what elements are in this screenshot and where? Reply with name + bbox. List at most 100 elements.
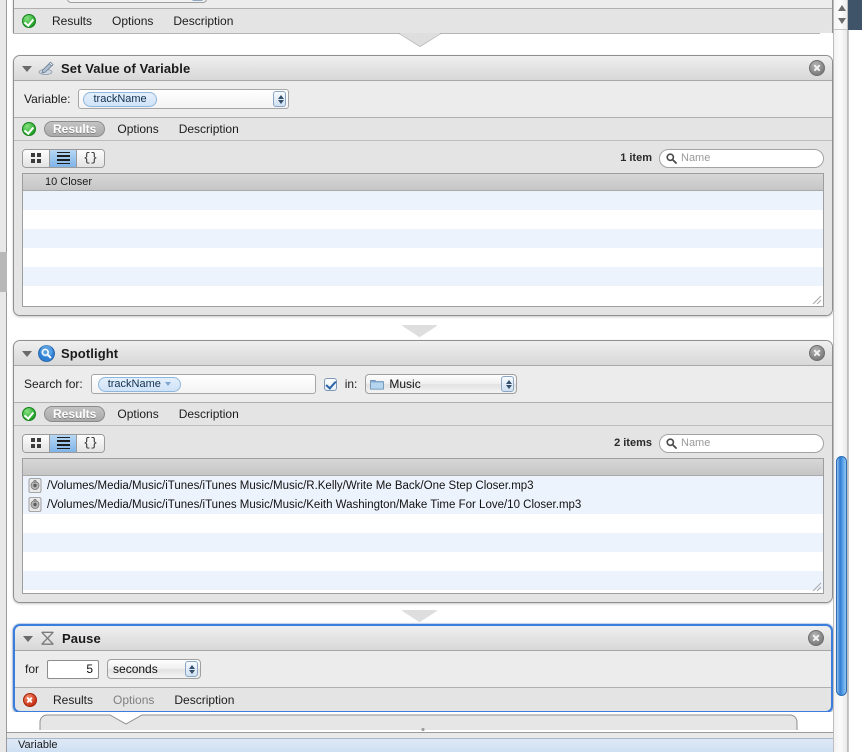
tab-description[interactable]: Description <box>171 406 247 422</box>
variable-token[interactable]: trackName <box>83 91 157 107</box>
variables-column-header[interactable]: Variable <box>0 738 833 752</box>
disclosure-triangle-icon[interactable] <box>21 632 34 645</box>
tab-results[interactable]: Results <box>45 692 101 708</box>
results-panel[interactable]: {} 1 item Name 10 Closer <box>14 141 832 315</box>
results-rows[interactable] <box>23 191 823 305</box>
results-list[interactable]: 10 Closer <box>22 173 824 307</box>
list-row[interactable] <box>23 267 823 286</box>
results-panel[interactable]: {} 2 items Name /Volumes/Media/Music/iTu… <box>14 426 832 602</box>
results-toolbar[interactable]: {} 1 item Name <box>22 147 824 169</box>
popup-arrows-icon[interactable] <box>501 376 515 392</box>
popup-arrows-icon[interactable] <box>185 661 199 677</box>
pane-resize-grip-icon[interactable] <box>410 727 436 732</box>
basename-popup[interactable]: Basename Only <box>67 0 208 3</box>
search-for-field[interactable]: trackName <box>90 374 316 394</box>
in-label: in: <box>344 377 358 391</box>
results-rows[interactable]: /Volumes/Media/Music/iTunes/iTunes Music… <box>23 476 823 593</box>
resize-grip-icon[interactable] <box>809 292 822 305</box>
list-row[interactable] <box>23 210 823 229</box>
results-column-header[interactable]: 10 Closer <box>23 174 823 191</box>
tab-options[interactable]: Options <box>105 692 162 708</box>
list-row[interactable] <box>23 191 823 210</box>
results-search-input[interactable]: Name <box>659 148 824 168</box>
list-row[interactable]: /Volumes/Media/Music/iTunes/iTunes Music… <box>23 495 823 514</box>
list-view-icon[interactable] <box>50 149 77 167</box>
scrollbar-arrows-icon[interactable] <box>834 0 847 30</box>
tab-description[interactable]: Description <box>165 13 241 29</box>
tab-description[interactable]: Description <box>171 121 247 137</box>
list-row[interactable] <box>23 533 823 552</box>
action-tabs[interactable]: Results Options Description <box>14 9 832 33</box>
list-row[interactable] <box>23 552 823 571</box>
tab-options[interactable]: Options <box>109 121 166 137</box>
action-card-fragment[interactable]: Name: Basename Only Results Options Desc… <box>13 0 833 40</box>
tab-description[interactable]: Description <box>166 692 242 708</box>
variable-stepper-icon[interactable] <box>273 91 287 107</box>
pause-duration-input[interactable]: 5 <box>47 659 100 679</box>
tab-results[interactable]: Results <box>44 406 106 422</box>
action-title-bar[interactable]: Set Value of Variable <box>14 56 832 81</box>
popup-arrows-icon[interactable] <box>191 0 205 1</box>
list-row[interactable] <box>23 229 823 248</box>
grid-view-icon[interactable] <box>23 434 50 452</box>
list-row[interactable] <box>23 571 823 590</box>
search-icon <box>666 152 677 164</box>
vertical-scrollbar[interactable] <box>833 0 848 752</box>
view-mode-segmented-control[interactable]: {} <box>22 148 105 168</box>
list-view-icon[interactable] <box>50 434 77 452</box>
code-view-icon[interactable]: {} <box>77 434 104 452</box>
search-for-label: Search for: <box>24 377 83 391</box>
action-title: Pause <box>62 630 101 646</box>
list-row[interactable] <box>23 286 823 305</box>
chevron-down-icon[interactable] <box>164 382 171 386</box>
action-title-bar[interactable]: Pause <box>15 626 831 651</box>
tab-options[interactable]: Options <box>109 406 166 422</box>
results-count: 1 item <box>620 152 652 164</box>
list-row[interactable] <box>23 248 823 267</box>
file-path: /Volumes/Media/Music/iTunes/iTunes Music… <box>47 498 582 511</box>
action-card-pause[interactable]: Pause for 5 seconds Results Options Desc… <box>13 624 833 713</box>
results-search-input[interactable]: Name <box>659 433 824 453</box>
close-icon[interactable] <box>809 345 825 361</box>
for-label: for <box>25 662 40 676</box>
variable-label: Variable: <box>24 92 71 106</box>
close-icon[interactable] <box>808 630 824 646</box>
resize-grip-icon[interactable] <box>809 579 822 592</box>
variable-token[interactable]: trackName <box>97 376 181 392</box>
tab-options[interactable]: Options <box>104 13 161 29</box>
action-parameters[interactable]: for 5 seconds <box>15 651 831 688</box>
results-list[interactable]: /Volumes/Media/Music/iTunes/iTunes Music… <box>22 458 824 594</box>
action-parameters[interactable]: Variable: trackName <box>14 81 832 118</box>
grid-view-icon[interactable] <box>23 149 50 167</box>
action-tabs[interactable]: Results Options Description <box>15 688 831 711</box>
action-title-bar[interactable]: Spotlight <box>14 341 832 366</box>
disclosure-triangle-icon[interactable] <box>20 347 33 360</box>
scrollbar-thumb[interactable] <box>836 456 847 696</box>
action-parameters[interactable]: Search for: trackName in: Music <box>14 366 832 403</box>
list-row[interactable] <box>23 590 823 593</box>
variable-combo-field[interactable]: trackName <box>78 89 290 109</box>
search-in-checkbox[interactable] <box>323 377 337 391</box>
code-view-icon[interactable]: {} <box>77 149 104 167</box>
action-card-spotlight[interactable]: Spotlight Search for: trackName in: Musi… <box>13 340 833 603</box>
pause-unit-popup[interactable]: seconds <box>107 659 202 679</box>
list-row[interactable]: /Volumes/Media/Music/iTunes/iTunes Music… <box>23 476 823 495</box>
tab-results[interactable]: Results <box>44 121 106 137</box>
folder-popup[interactable]: Music <box>365 374 518 394</box>
close-icon[interactable] <box>809 60 825 76</box>
action-tabs[interactable]: Results Options Description <box>14 118 832 141</box>
tab-results[interactable]: Results <box>44 13 100 29</box>
disclosure-triangle-icon[interactable] <box>20 62 33 75</box>
background-window-titlebar <box>848 0 862 30</box>
split-view-grip[interactable] <box>0 252 7 292</box>
background-window-sliver <box>848 0 862 752</box>
results-column-header[interactable] <box>23 459 823 476</box>
status-ok-icon <box>22 14 36 28</box>
results-toolbar[interactable]: {} 2 items Name <box>22 432 824 454</box>
action-card-set-value-of-variable[interactable]: Set Value of Variable Variable: trackNam… <box>13 55 833 316</box>
view-mode-segmented-control[interactable]: {} <box>22 433 105 453</box>
workflow-canvas[interactable]: Name: Basename Only Results Options Desc… <box>0 0 833 752</box>
folder-icon <box>370 380 385 390</box>
list-row[interactable] <box>23 514 823 533</box>
action-tabs[interactable]: Results Options Description <box>14 403 832 426</box>
